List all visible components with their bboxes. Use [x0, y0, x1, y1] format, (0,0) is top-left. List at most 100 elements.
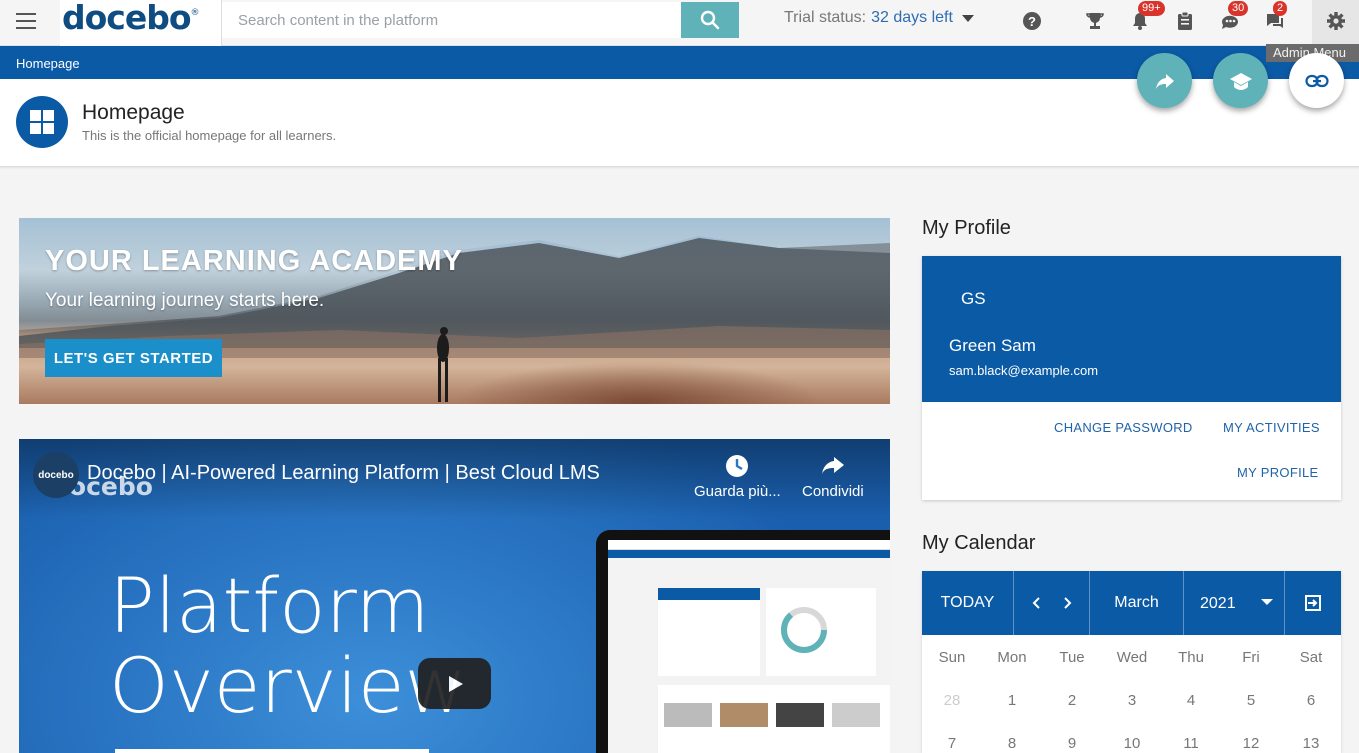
chevron-right-icon[interactable]	[1063, 596, 1073, 610]
gear-icon	[1327, 12, 1345, 30]
page-title: Homepage	[82, 101, 185, 124]
notifications-badge: 99+	[1138, 1, 1165, 16]
calendar-day[interactable]: 2	[1042, 692, 1102, 709]
share-button[interactable]	[1137, 53, 1192, 108]
admin-menu-button[interactable]	[1312, 0, 1359, 46]
my-profile-link[interactable]: MY PROFILE	[1237, 465, 1319, 480]
change-password-link[interactable]: CHANGE PASSWORD	[1054, 420, 1193, 435]
screen-channel-widget	[658, 685, 890, 753]
calendar-day[interactable]: 7	[922, 735, 982, 752]
banner-subtitle: Your learning journey starts here.	[45, 290, 325, 311]
weekday-sun: Sun	[938, 649, 966, 666]
clock-icon	[726, 455, 749, 477]
calendar-day[interactable]: 11	[1161, 735, 1221, 752]
calendar-toolbar: TODAY March 2021	[922, 571, 1341, 635]
watch-later-button[interactable]: Guarda più...	[694, 453, 781, 500]
svg-text:?: ?	[1028, 14, 1036, 29]
courses-button[interactable]	[1213, 53, 1268, 108]
messages-badge: 2	[1273, 1, 1288, 16]
search-button[interactable]	[681, 2, 739, 38]
logo-container[interactable]: docebo®	[60, 0, 222, 46]
my-profile-heading: My Profile	[922, 217, 1011, 239]
top-bar: docebo® Trial status: 32 days left ? 99+…	[0, 0, 1359, 46]
docebo-logo[interactable]: docebo®	[62, 0, 200, 37]
month-nav	[1014, 571, 1090, 635]
video-bottom-bar	[115, 749, 429, 753]
search-icon	[700, 10, 720, 30]
video-player[interactable]: docebo docebo Docebo | AI-Powered Learni…	[19, 439, 890, 753]
calendar-day[interactable]: 8	[982, 735, 1042, 752]
month-label[interactable]: March	[1090, 571, 1184, 635]
calendar-day[interactable]: 6	[1281, 692, 1341, 709]
calendar-day[interactable]: 1	[982, 692, 1042, 709]
notifications-bell[interactable]: 99+	[1129, 1, 1165, 32]
caret-down-icon	[961, 14, 974, 22]
my-activities-link[interactable]: MY ACTIVITIES	[1223, 420, 1320, 435]
play-icon	[448, 675, 463, 692]
weekday-mon: Mon	[997, 649, 1027, 666]
caret-down-icon	[1261, 599, 1273, 605]
calendar-day[interactable]: 4	[1161, 692, 1221, 709]
screen-bluebar	[608, 550, 890, 558]
academy-banner: YOUR LEARNING ACADEMY Your learning jour…	[19, 218, 890, 404]
profile-card: GS Green Sam sam.black@example.com CHANG…	[922, 256, 1341, 500]
avatar[interactable]: GS	[961, 289, 986, 309]
trial-status-dropdown[interactable]: Trial status: 32 days left	[784, 9, 974, 27]
weekday-tue: Tue	[1059, 649, 1085, 666]
calendar-widget: TODAY March 2021 Sun Mon Tue Wed Thu Fri…	[922, 571, 1341, 753]
trial-label: Trial status:	[784, 9, 867, 26]
calendar-day[interactable]: 9	[1042, 735, 1102, 752]
clipboard-icon[interactable]	[1174, 10, 1196, 32]
share-icon	[1155, 73, 1174, 89]
weekday-wed: Wed	[1116, 649, 1148, 666]
weekday-thu: Thu	[1178, 649, 1204, 666]
watch-later-label: Guarda più...	[694, 483, 781, 500]
calendar-day[interactable]: 3	[1102, 692, 1162, 709]
search-input[interactable]	[222, 2, 682, 38]
video-share-label: Condividi	[802, 483, 864, 500]
year-value: 2021	[1200, 595, 1236, 612]
messages-button[interactable]: 2	[1264, 1, 1288, 32]
calendar-day[interactable]: 5	[1221, 692, 1281, 709]
calendar-day[interactable]: 13	[1281, 735, 1341, 752]
play-button[interactable]	[418, 658, 491, 709]
calendar-day[interactable]: 12	[1221, 735, 1281, 752]
weekday-sat: Sat	[1299, 649, 1323, 666]
my-calendar-heading: My Calendar	[922, 532, 1036, 554]
page-subtitle: This is the official homepage for all le…	[82, 128, 337, 143]
dashboard-icon	[16, 96, 68, 148]
banner-title: YOUR LEARNING ACADEMY	[45, 245, 463, 277]
share-icon	[821, 457, 844, 474]
trial-days: 32 days left	[871, 9, 953, 26]
screen-topbar	[608, 540, 890, 550]
video-share-button[interactable]: Condividi	[802, 453, 864, 500]
video-heading-line1: Platform	[109, 561, 430, 650]
get-started-button[interactable]: LET'S GET STARTED	[45, 339, 222, 377]
laptop-illustration	[596, 530, 890, 753]
donut-chart-icon	[781, 607, 827, 653]
screen-activity-widget	[766, 588, 876, 676]
calendar-day[interactable]: 28	[922, 692, 982, 709]
laptop-screen	[608, 540, 890, 753]
menu-icon[interactable]	[16, 13, 36, 29]
chat-button[interactable]: 30	[1219, 1, 1249, 32]
calendar-day[interactable]: 10	[1102, 735, 1162, 752]
profile-name: Green Sam	[949, 336, 1036, 355]
year-select[interactable]: 2021	[1184, 571, 1285, 635]
export-icon	[1305, 595, 1321, 611]
trophy-icon[interactable]	[1084, 10, 1106, 32]
profile-card-header: GS Green Sam sam.black@example.com	[922, 256, 1341, 402]
profile-email: sam.black@example.com	[949, 363, 1099, 378]
graduation-cap-icon	[1229, 72, 1252, 90]
chat-badge: 30	[1228, 1, 1249, 16]
channel-avatar[interactable]: docebo	[33, 452, 79, 498]
help-icon[interactable]: ?	[1021, 10, 1043, 32]
video-title[interactable]: Docebo | AI-Powered Learning Platform | …	[87, 462, 600, 485]
screen-calendar-widget	[658, 588, 760, 676]
breadcrumb-home[interactable]: Homepage	[16, 56, 80, 71]
link-icon	[1304, 74, 1329, 87]
today-button[interactable]: TODAY	[922, 571, 1014, 635]
calendar-export-button[interactable]	[1285, 571, 1341, 635]
link-button[interactable]	[1289, 53, 1344, 108]
chevron-left-icon[interactable]	[1031, 596, 1041, 610]
